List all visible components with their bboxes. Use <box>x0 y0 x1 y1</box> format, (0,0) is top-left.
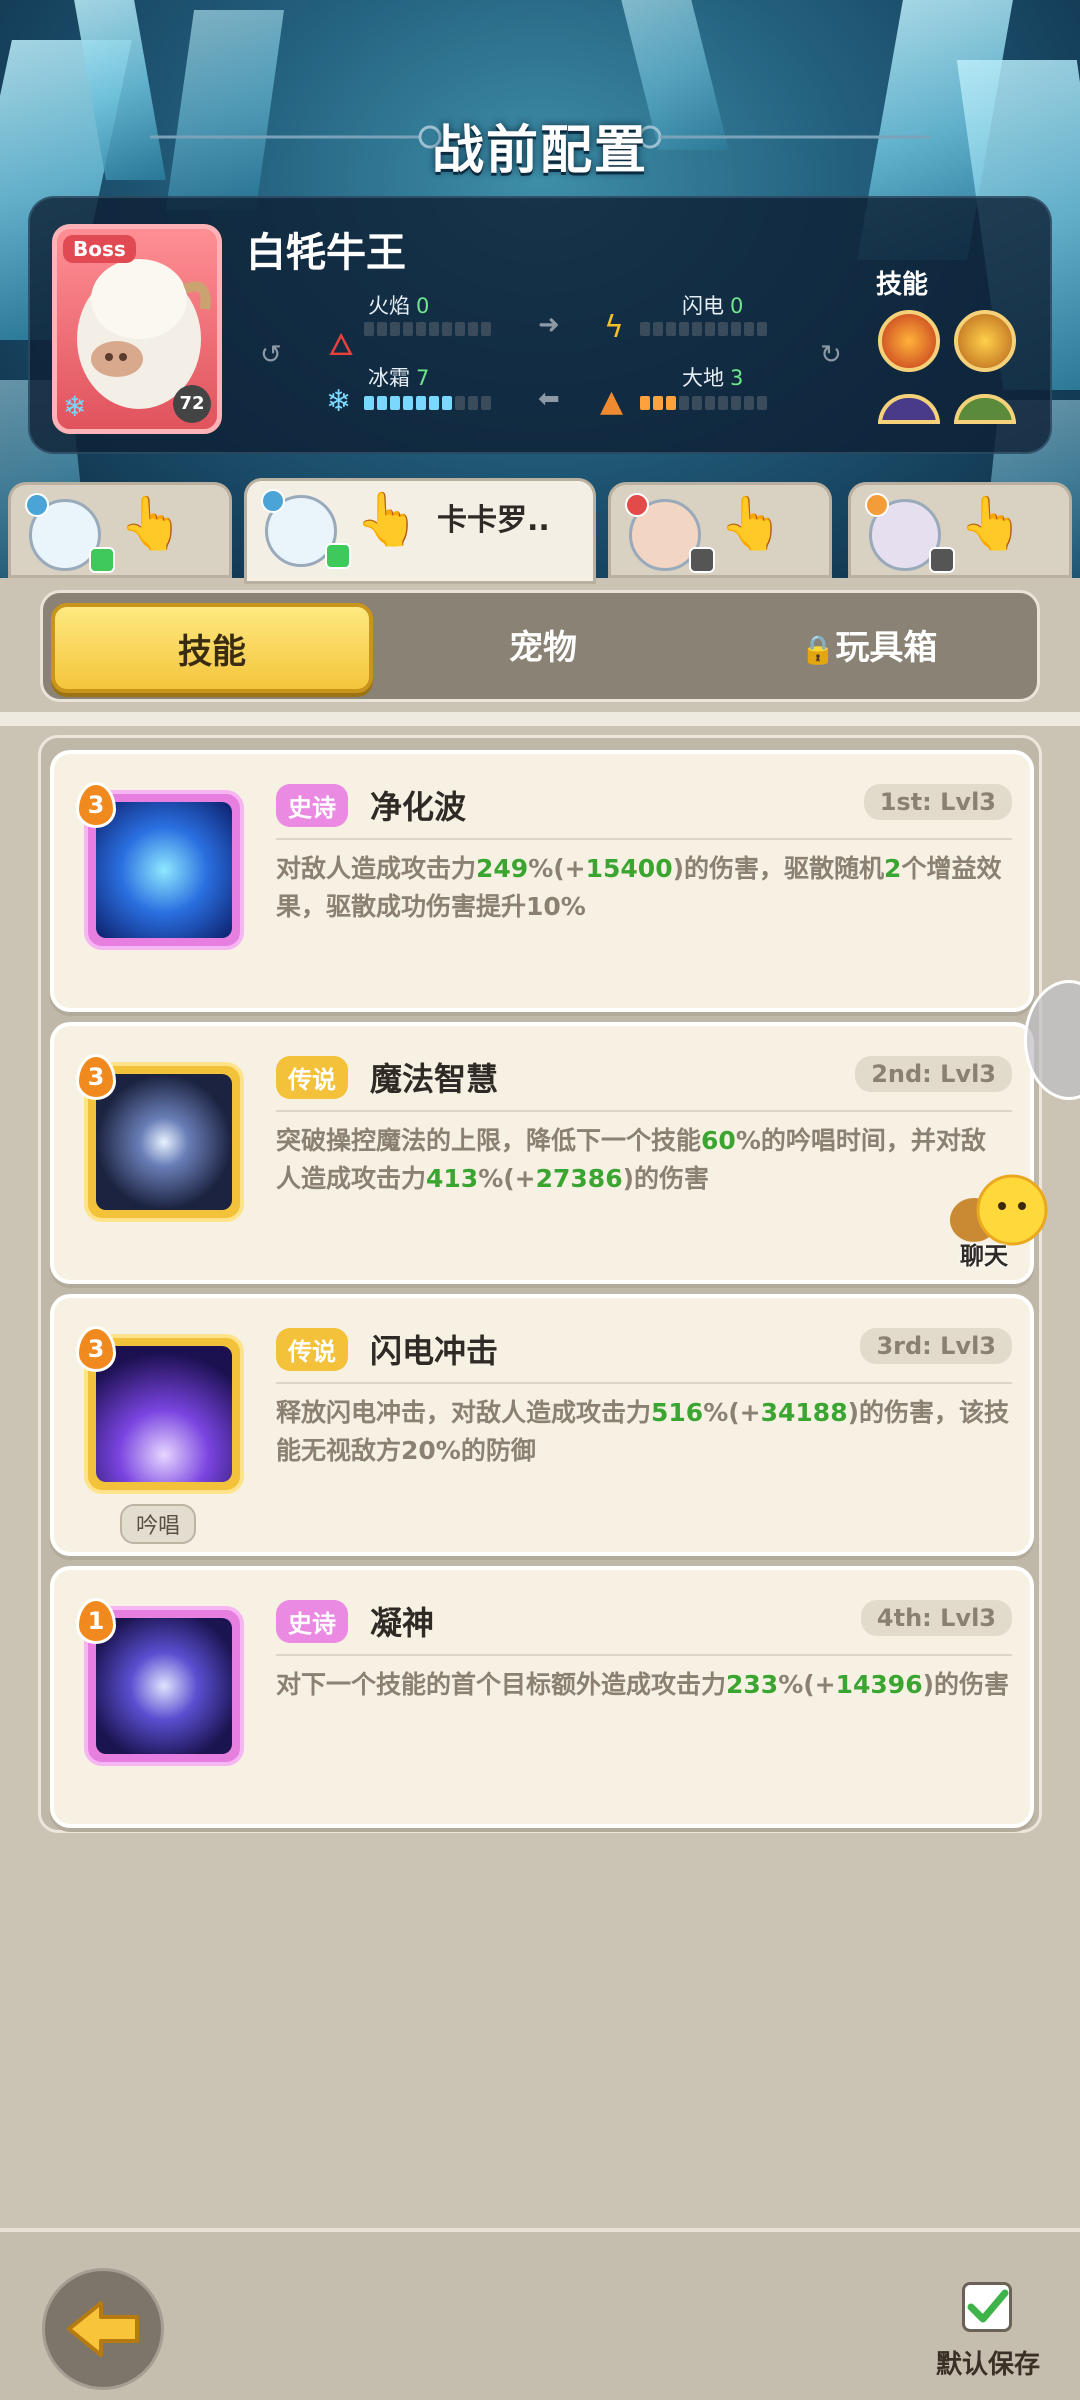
earth-icon: ▲ <box>600 384 624 419</box>
skill-name: 净化波 <box>370 788 467 826</box>
hero-tab-1[interactable]: 👆 <box>8 482 232 578</box>
element-icon <box>865 493 889 517</box>
category-tabs: 技能 宠物 🔒玩具箱 <box>40 590 1040 702</box>
skill-card-2[interactable]: 3 传说 魔法智慧 2nd: Lvl3 突破操控魔法的上限，降低下一个技能60%… <box>50 1022 1034 1284</box>
skill-rank: 4th: Lvl3 <box>860 1600 1012 1636</box>
element-icon <box>25 493 49 517</box>
skill-level-badge: 3 <box>76 1054 116 1100</box>
fire-element-label: 火焰 0 <box>368 294 430 318</box>
cycle-arrow-icon: ➜ <box>538 310 560 340</box>
tap-hand-icon: 👆 <box>719 494 784 554</box>
skill-card-3[interactable]: 3 吟唱 传说 闪电冲击 3rd: Lvl3 释放闪电冲击，对敌人造成攻击力51… <box>50 1294 1034 1556</box>
divider <box>276 1654 1012 1656</box>
fire-element-bar <box>364 322 491 336</box>
skill-card-4[interactable]: 1 史诗 凝神 4th: Lvl3 对下一个技能的首个目标额外造成攻击力233%… <box>50 1566 1034 1828</box>
element-icon <box>625 493 649 517</box>
bottom-bar: 默认保存 <box>0 2228 1080 2400</box>
frost-icon: ❄ <box>63 390 87 423</box>
rarity-badge: 传说 <box>276 1328 348 1371</box>
skill-description: 释放闪电冲击，对敌人造成攻击力516%(+34188)的伤害，该技能无视敌方20… <box>276 1398 1010 1465</box>
cycle-arrow-icon: ↻ <box>820 340 842 370</box>
tab-toybox[interactable]: 🔒玩具箱 <box>709 603 1029 693</box>
lightning-icon: ϟ <box>604 310 624 345</box>
divider <box>0 712 1080 726</box>
skill-level-badge: 1 <box>76 1598 116 1644</box>
rarity-badge: 史诗 <box>276 784 348 827</box>
chant-tag: 吟唱 <box>120 1504 197 1544</box>
check-icon <box>967 2289 1009 2323</box>
skill-description: 对下一个技能的首个目标额外造成攻击力233%(+14396)的伤害 <box>276 1670 1010 1699</box>
boss-name: 白牦牛王 <box>246 230 406 276</box>
skill-name: 凝神 <box>370 1604 435 1642</box>
divider <box>276 1382 1012 1384</box>
lightning-element-bar <box>640 322 767 336</box>
boss-skill-icon[interactable] <box>878 310 940 372</box>
rarity-badge: 传说 <box>276 1056 348 1099</box>
status-badge <box>929 547 955 573</box>
skill-description: 对敌人造成攻击力249%(+15400)的伤害，驱散随机2个增益效果，驱散成功伤… <box>276 854 1002 921</box>
tab-toybox-label: 玩具箱 <box>835 628 938 668</box>
earth-element-bar <box>640 396 767 410</box>
hero-tab-3[interactable]: 👆 <box>608 482 832 578</box>
tap-hand-icon: 👆 <box>119 494 184 554</box>
status-badge <box>89 547 115 573</box>
boss-skill-icon[interactable] <box>878 394 940 424</box>
lightning-element-label: 闪电 0 <box>682 294 744 318</box>
skill-description: 突破操控魔法的上限，降低下一个技能60%的吟唱时间，并对敌人造成攻击力413%(… <box>276 1126 986 1193</box>
chat-label: 聊天 <box>960 1242 1008 1270</box>
skill-card-1[interactable]: 3 史诗 净化波 1st: Lvl3 对敌人造成攻击力249%(+15400)的… <box>50 750 1034 1012</box>
divider <box>276 1110 1012 1112</box>
skill-rank: 2nd: Lvl3 <box>855 1056 1012 1092</box>
skill-level-badge: 3 <box>76 1326 116 1372</box>
hero-tab-4[interactable]: 👆 <box>848 482 1072 578</box>
boss-skill-icon[interactable] <box>954 394 1016 424</box>
tap-hand-icon: 👆 <box>355 490 420 550</box>
hero-name: 卡卡罗.. <box>437 503 550 538</box>
boss-info-panel: Boss ❄ 72 白牦牛王 火焰 0 🜂 ➜ 闪电 0 ϟ ↺ ↻ 冰霜 7 ❄ ⬅… <box>28 196 1052 454</box>
element-icon <box>261 489 285 513</box>
divider <box>276 838 1012 840</box>
cycle-arrow-icon: ↺ <box>260 340 282 370</box>
hero-tab-2[interactable]: 👆 卡卡罗.. <box>244 478 596 584</box>
earth-element-label: 大地 3 <box>682 366 744 390</box>
cycle-arrow-icon: ⬅ <box>538 384 560 414</box>
back-arrow-icon <box>67 2301 139 2357</box>
tap-hand-icon: 👆 <box>959 494 1024 554</box>
skill-level-badge: 3 <box>76 782 116 828</box>
boss-level: 72 <box>173 385 211 423</box>
boss-portrait[interactable]: Boss ❄ 72 <box>52 224 222 434</box>
back-button[interactable] <box>42 2268 164 2390</box>
default-save-label: 默认保存 <box>936 2350 1041 2380</box>
skill-name: 魔法智慧 <box>370 1060 499 1098</box>
frost-icon: ❄ <box>326 384 352 419</box>
skill-rank: 3rd: Lvl3 <box>860 1328 1012 1364</box>
fire-icon: 🜂 <box>328 328 355 363</box>
rarity-badge: 史诗 <box>276 1600 348 1643</box>
default-save-checkbox[interactable] <box>962 2282 1012 2332</box>
page-title: 战前配置 <box>431 121 648 181</box>
boss-skills-label: 技能 <box>876 270 929 300</box>
lock-icon: 🔒 <box>800 633 836 666</box>
tab-pets[interactable]: 宠物 <box>383 603 703 693</box>
status-badge <box>325 543 351 569</box>
skill-rank: 1st: Lvl3 <box>863 784 1012 820</box>
frost-element-bar <box>364 396 491 410</box>
tab-skills[interactable]: 技能 <box>51 603 373 693</box>
boss-tag: Boss <box>63 235 136 263</box>
skill-name: 闪电冲击 <box>370 1332 499 1370</box>
frost-element-label: 冰霜 7 <box>368 366 430 390</box>
boss-skill-icon[interactable] <box>954 310 1016 372</box>
status-badge <box>689 547 715 573</box>
